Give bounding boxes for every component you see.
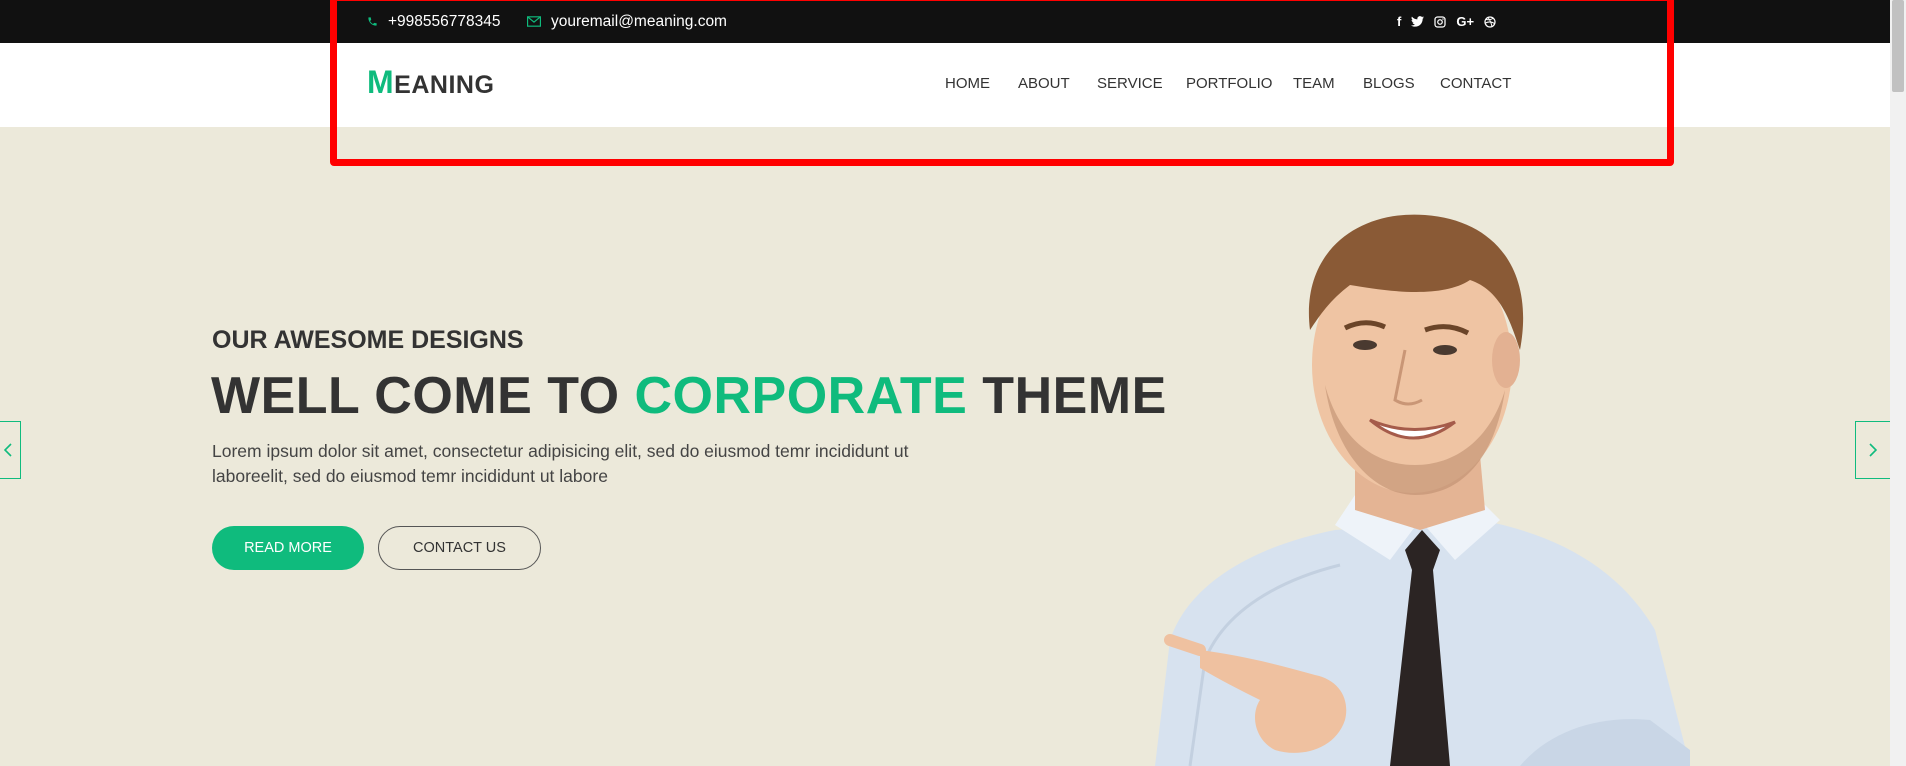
email-address: youremail@meaning.com — [551, 12, 727, 30]
nav-about[interactable]: ABOUT — [1018, 75, 1070, 92]
read-more-button[interactable]: READ MORE — [212, 526, 364, 570]
logo-text: EANING — [394, 71, 495, 99]
headline-accent: CORPORATE — [634, 367, 968, 425]
hero-headline: WELL COME TO CORPORATE THEME — [211, 366, 1167, 426]
google-plus-icon[interactable]: G+ — [1456, 14, 1474, 29]
nav-contact[interactable]: CONTACT — [1440, 75, 1511, 92]
nav-portfolio[interactable]: PORTFOLIO — [1186, 75, 1272, 92]
instagram-icon[interactable] — [1434, 15, 1446, 28]
dribbble-icon[interactable] — [1484, 15, 1496, 28]
nav-team[interactable]: TEAM — [1293, 75, 1335, 92]
nav-blogs[interactable]: BLOGS — [1363, 75, 1415, 92]
chevron-right-icon — [1869, 443, 1877, 457]
top-bar: +998556778345 youremail@meaning.com f G+ — [0, 0, 1890, 43]
prev-slide-button[interactable] — [0, 421, 21, 479]
email-contact[interactable]: youremail@meaning.com — [527, 0, 727, 43]
next-slide-button[interactable] — [1855, 421, 1891, 479]
site-logo[interactable]: MEANING — [367, 64, 494, 101]
phone-number: +998556778345 — [388, 12, 501, 30]
logo-initial: M — [367, 64, 395, 100]
contact-us-button[interactable]: CONTACT US — [378, 526, 541, 570]
hero-paragraph: Lorem ipsum dolor sit amet, consectetur … — [212, 441, 909, 486]
nav-home[interactable]: HOME — [945, 75, 990, 92]
social-links: f G+ — [1397, 0, 1496, 43]
facebook-icon[interactable]: f — [1397, 14, 1401, 29]
envelope-icon — [527, 16, 541, 27]
nav-service[interactable]: SERVICE — [1097, 75, 1163, 92]
phone-contact[interactable]: +998556778345 — [367, 0, 501, 43]
hero-subtitle: OUR AWESOME DESIGNS — [212, 326, 524, 354]
phone-icon — [367, 16, 378, 27]
twitter-icon[interactable] — [1411, 16, 1425, 27]
headline-pre: WELL COME TO — [211, 367, 635, 425]
chevron-left-icon — [4, 443, 12, 457]
page-scrollbar[interactable] — [1890, 0, 1906, 766]
headline-post: THEME — [967, 367, 1167, 425]
scrollbar-thumb[interactable] — [1892, 0, 1904, 92]
hero-person-image — [1155, 214, 1690, 766]
